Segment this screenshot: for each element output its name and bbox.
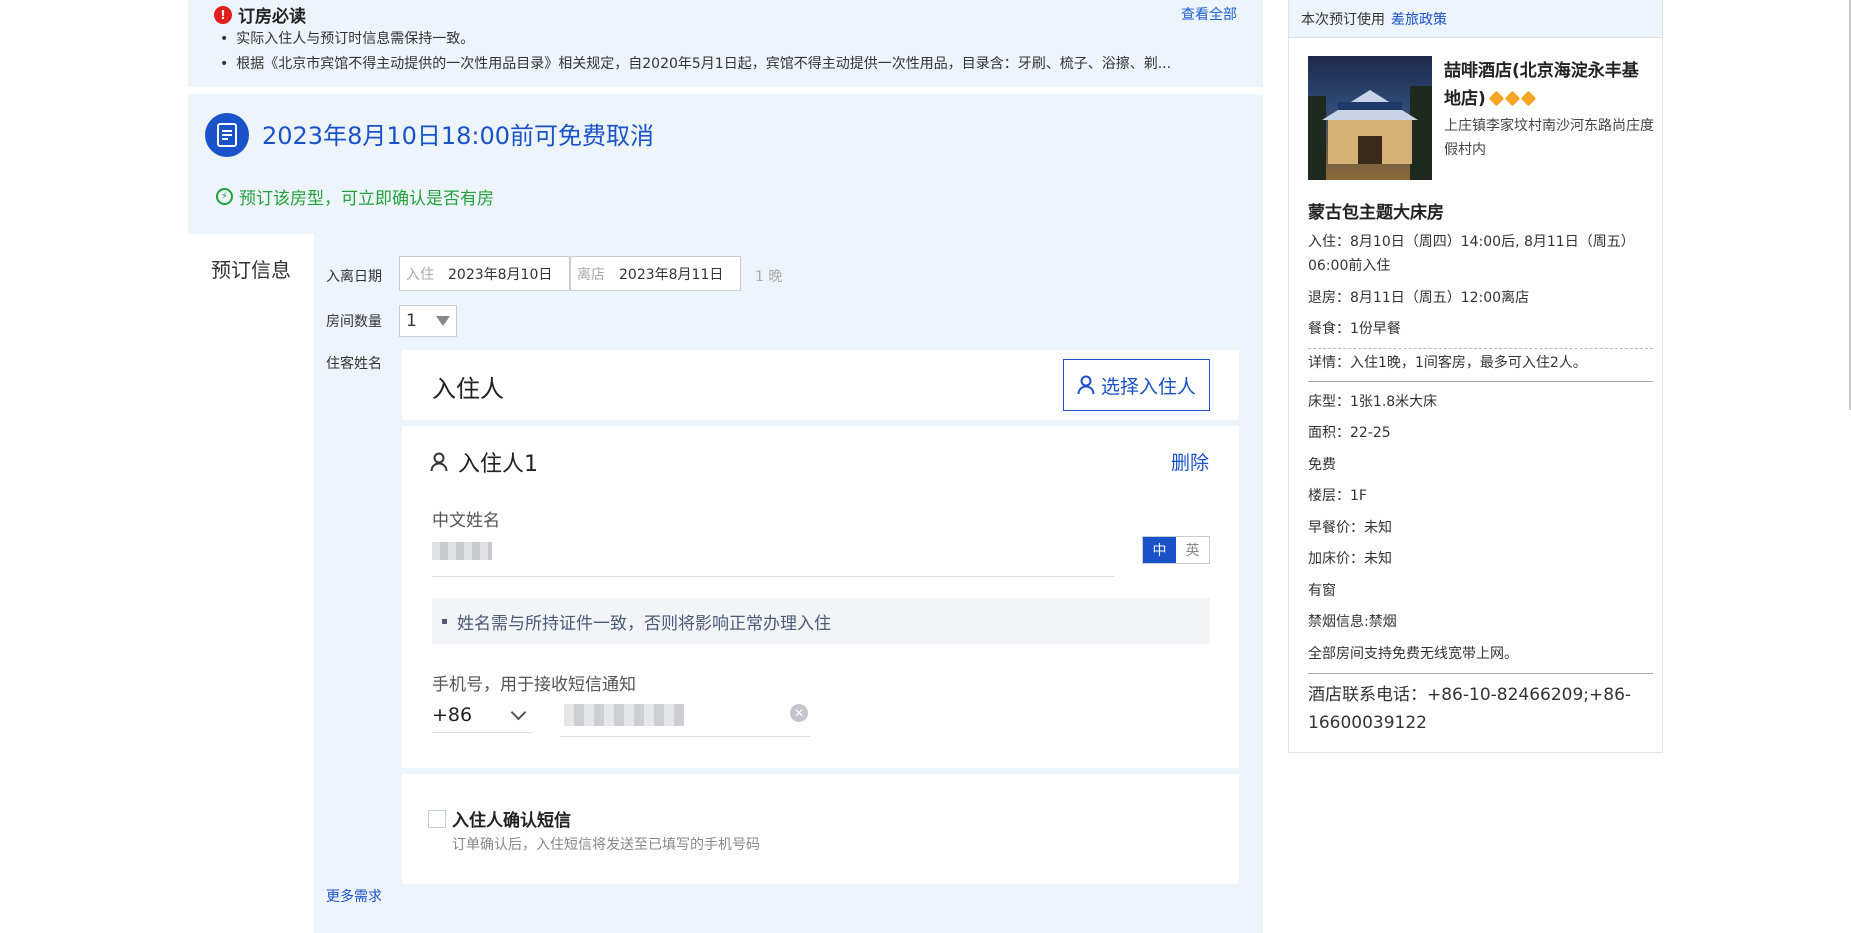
divider <box>1308 381 1653 382</box>
hotel-summary-card: 喆啡酒店(北京海淀永丰基地店) 上庄镇李家坟村南沙河东路尚庄度假村内 蒙古包主题… <box>1288 38 1663 753</box>
phone-underline <box>560 736 810 737</box>
select-guest-label: 选择入住人 <box>1100 375 1196 398</box>
checkin-date-value: 2023年8月10日 <box>448 266 553 283</box>
dashed-divider <box>1308 348 1653 349</box>
rooms-label: 房间数量 <box>326 314 382 330</box>
hotel-name-row: 喆啡酒店(北京海淀永丰基地店) <box>1444 57 1654 113</box>
notice-item: 根据《北京市宾馆不得主动提供的一次性用品目录》相关规定，自2020年5月1日起，… <box>220 53 1171 73</box>
breakfast-price-info: 早餐价：未知 <box>1308 520 1392 536</box>
chinese-name-label: 中文姓名 <box>432 511 500 531</box>
checkout-placeholder: 离店 <box>577 266 605 283</box>
bed-info: 床型：1张1.8米大床 <box>1308 394 1438 410</box>
guest-name-label: 住客姓名 <box>326 356 382 372</box>
toggle-chinese[interactable]: 中 <box>1143 537 1176 563</box>
free-info: 免费 <box>1308 457 1336 473</box>
delete-guest-button[interactable]: 删除 <box>1171 448 1209 475</box>
chevron-down-icon <box>510 704 527 720</box>
hotel-photo[interactable] <box>1308 56 1432 180</box>
hotel-contact: 酒店联系电话：+86-10-82466209;+86-16600039122 <box>1308 685 1632 733</box>
nights-count: 1 晚 <box>755 269 783 285</box>
hotel-address: 上庄镇李家坟村南沙河东路尚庄度假村内 <box>1444 118 1654 158</box>
guest-header-title: 入住人 <box>432 375 504 403</box>
instant-confirm-row: ⚡ 预订该房型，可立即确认是否有房 <box>216 184 494 209</box>
divider <box>1308 673 1653 674</box>
policy-prefix: 本次预订使用 <box>1301 11 1385 28</box>
booking-label-column <box>188 234 314 933</box>
checkin-date-input[interactable]: 入住 2023年8月10日 <box>399 256 570 291</box>
clear-icon[interactable]: ✕ <box>790 704 808 722</box>
toggle-english[interactable]: 英 <box>1176 537 1209 563</box>
notice-title: 订房必读 <box>238 7 306 27</box>
sms-confirm-card: 入住人确认短信 订单确认后，入住短信将发送至已填写的手机号码 <box>402 774 1239 884</box>
sms-subtitle: 订单确认后，入住短信将发送至已填写的手机号码 <box>452 837 760 853</box>
details-info: 详情：入住1晚，1间客房，最多可入住2人。 <box>1308 355 1587 371</box>
person-icon <box>430 452 448 472</box>
country-code-value: +86 <box>432 704 473 726</box>
hotel-name: 喆啡酒店(北京海淀永丰基地店) <box>1444 61 1639 109</box>
floor-info: 楼层：1F <box>1308 488 1367 504</box>
notice-title-row: ! 订房必读 <box>214 2 306 27</box>
checkin-info: 入住：8月10日（周四）14:00后, 8月11日（周五）06:00前入住 <box>1308 234 1635 274</box>
travel-policy-link[interactable]: 差旅政策 <box>1391 9 1447 29</box>
name-underline <box>432 576 1114 577</box>
guest-title: 入住人1 <box>458 452 538 477</box>
guest-header-card: 入住人 选择入住人 <box>402 350 1239 420</box>
dates-label: 入离日期 <box>326 269 382 285</box>
guest-title-row: 入住人1 <box>430 446 538 478</box>
checkout-date-input[interactable]: 离店 2023年8月11日 <box>570 256 741 291</box>
lightning-icon: ⚡ <box>216 188 233 205</box>
rooms-select[interactable]: 1 <box>399 305 457 337</box>
sms-title: 入住人确认短信 <box>452 811 571 831</box>
instant-confirm-text: 预订该房型，可立即确认是否有房 <box>239 189 494 209</box>
rooms-select-value: 1 <box>406 311 417 331</box>
booking-section-label: 预订信息 <box>211 258 291 282</box>
caret-down-icon <box>436 316 450 326</box>
guest-detail-card: 入住人1 删除 中文姓名 中 英 姓名需与所持证件一致，否则将影响正常办理入住 … <box>402 426 1239 768</box>
policy-bar: 本次预订使用 差旅政策 <box>1288 0 1663 38</box>
room-name: 蒙古包主题大床房 <box>1308 203 1444 223</box>
free-cancellation-text: 2023年8月10日18:00前可免费取消 <box>262 122 655 150</box>
diamond-icon <box>1504 90 1521 107</box>
phone-input[interactable] <box>564 704 684 726</box>
chinese-name-input[interactable] <box>432 542 492 560</box>
phone-label: 手机号，用于接收短信通知 <box>432 675 636 695</box>
name-language-toggle: 中 英 <box>1142 536 1210 564</box>
wifi-info: 全部房间支持免费无线宽带上网。 <box>1308 646 1518 662</box>
diamond-icon <box>1488 90 1505 107</box>
window-info: 有窗 <box>1308 583 1336 599</box>
extra-bed-price-info: 加床价：未知 <box>1308 551 1392 567</box>
alert-icon: ! <box>214 5 232 24</box>
view-all-link[interactable]: 查看全部 <box>1181 4 1237 24</box>
meal-info: 餐食：1份早餐 <box>1308 321 1401 337</box>
checkout-date-value: 2023年8月11日 <box>619 266 724 283</box>
smoking-info: 禁烟信息:禁烟 <box>1308 614 1397 630</box>
booking-notice: ! 订房必读 查看全部 实际入住人与预订时信息需保持一致。 根据《北京市宾馆不得… <box>188 0 1263 87</box>
document-icon <box>205 113 249 157</box>
country-code-select[interactable]: +86 <box>432 704 532 733</box>
more-needs-link[interactable]: 更多需求 <box>326 886 382 906</box>
person-icon <box>1077 375 1095 395</box>
name-tip: 姓名需与所持证件一致，否则将影响正常办理入住 <box>432 598 1210 644</box>
checkout-info: 退房：8月11日（周五）12:00离店 <box>1308 290 1530 306</box>
checkin-placeholder: 入住 <box>406 266 434 283</box>
select-guest-button[interactable]: 选择入住人 <box>1063 359 1210 411</box>
sms-checkbox[interactable] <box>428 810 446 828</box>
area-info: 面积：22-25 <box>1308 425 1391 441</box>
notice-item: 实际入住人与预订时信息需保持一致。 <box>220 28 474 48</box>
diamond-icon <box>1520 90 1537 107</box>
cancellation-panel: 2023年8月10日18:00前可免费取消 ⚡ 预订该房型，可立即确认是否有房 <box>188 94 1263 234</box>
